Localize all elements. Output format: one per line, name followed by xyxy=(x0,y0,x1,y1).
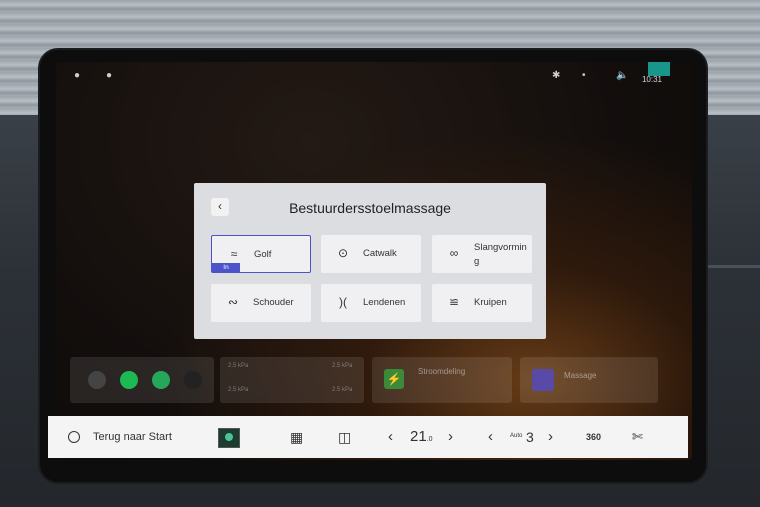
option-label: Lendenen xyxy=(363,297,406,308)
home-button[interactable]: Terug naar Start xyxy=(93,416,172,458)
apps-widget[interactable] xyxy=(70,357,214,403)
app-icon[interactable] xyxy=(152,371,170,389)
brackets-icon: )( xyxy=(339,295,347,309)
power-widget[interactable]: ⚡ Stroomdeling xyxy=(372,357,512,403)
option-label: Slangvorming xyxy=(474,242,527,267)
option-schouder[interactable]: ∾ Schouder xyxy=(211,284,311,322)
tire-fr: 2.5 kPa xyxy=(332,363,353,369)
person-icon[interactable]: ● xyxy=(74,70,80,81)
volume-icon[interactable]: 🔈 xyxy=(616,70,628,81)
tire-rr: 2.5 kPa xyxy=(332,387,353,393)
apps-grid-icon[interactable]: ▦ xyxy=(290,416,303,458)
option-label: Schouder xyxy=(253,297,294,308)
camera-360-button[interactable]: 360 xyxy=(586,416,601,458)
option-label: Golf xyxy=(254,249,272,260)
option-label: Catwalk xyxy=(363,248,397,259)
power-label: Stroomdeling xyxy=(418,367,466,376)
fan-level: 3 xyxy=(526,429,534,445)
massage-icon xyxy=(532,369,554,391)
fan-auto-label: Auto xyxy=(510,433,523,439)
screen-glare xyxy=(648,62,670,76)
massage-widget[interactable]: Massage xyxy=(520,357,658,403)
car-icon[interactable]: ◫ xyxy=(338,416,351,458)
option-golf[interactable]: ≈ Golf In xyxy=(211,235,311,273)
car-app-icon[interactable] xyxy=(88,371,106,389)
option-lendenen[interactable]: )( Lendenen xyxy=(321,284,421,322)
temperature-value: 21.0 xyxy=(410,428,433,445)
temp-up-chevron-icon[interactable]: › xyxy=(448,416,453,458)
signal-icon: • xyxy=(582,70,586,81)
fan-up-chevron-icon[interactable]: › xyxy=(548,416,553,458)
bluetooth-icon: ✱ xyxy=(552,70,561,81)
option-catwalk[interactable]: ⊙ Catwalk xyxy=(321,235,421,273)
massage-label: Massage xyxy=(564,371,597,380)
seat-massage-dialog: ‹ Bestuurdersstoelmassage ≈ Golf In ⊙ Ca… xyxy=(194,183,546,339)
temp-down-chevron-icon[interactable]: ‹ xyxy=(388,416,393,458)
seat-lock-icon[interactable]: ✄ xyxy=(632,416,643,458)
home-circle-icon[interactable] xyxy=(68,431,80,443)
option-kruipen[interactable]: ≌ Kruipen xyxy=(432,284,532,322)
tire-fl: 2.5 kPa xyxy=(228,363,249,369)
infinity-icon: ∞ xyxy=(449,246,459,260)
screen: ● ● ✱ • 🔈 10:31 2.5 kPa 2.5 kPa 2.5 kPa … xyxy=(56,62,692,460)
target-icon: ⊙ xyxy=(337,246,349,260)
tire-rl: 2.5 kPa xyxy=(228,387,249,393)
bottom-bar: Terug naar Start ▦ ◫ ‹ 21.0 › ‹ Auto 3 ›… xyxy=(48,416,688,458)
fan-down-chevron-icon[interactable]: ‹ xyxy=(488,416,493,458)
active-badge: In xyxy=(212,263,240,272)
tire-pressure-widget[interactable]: 2.5 kPa 2.5 kPa 2.5 kPa 2.5 kPa xyxy=(220,357,364,403)
status-bar: ● ● ✱ • 🔈 10:31 xyxy=(56,62,692,90)
dialog-title: Bestuurdersstoelmassage xyxy=(289,200,451,216)
option-label: Kruipen xyxy=(474,297,507,308)
bolt-icon: ⚡ xyxy=(384,369,404,389)
curves-icon: ∾ xyxy=(227,295,239,309)
media-thumbnail[interactable] xyxy=(218,428,240,448)
wave-icon: ≈ xyxy=(230,247,238,261)
clock: 10:31 xyxy=(641,75,662,84)
microphone-icon[interactable]: ● xyxy=(106,70,112,81)
crawl-icon: ≌ xyxy=(448,295,460,309)
app-icon[interactable] xyxy=(184,371,202,389)
spotify-icon[interactable] xyxy=(120,371,138,389)
option-slangvorming[interactable]: ∞ Slangvorming xyxy=(432,235,532,273)
